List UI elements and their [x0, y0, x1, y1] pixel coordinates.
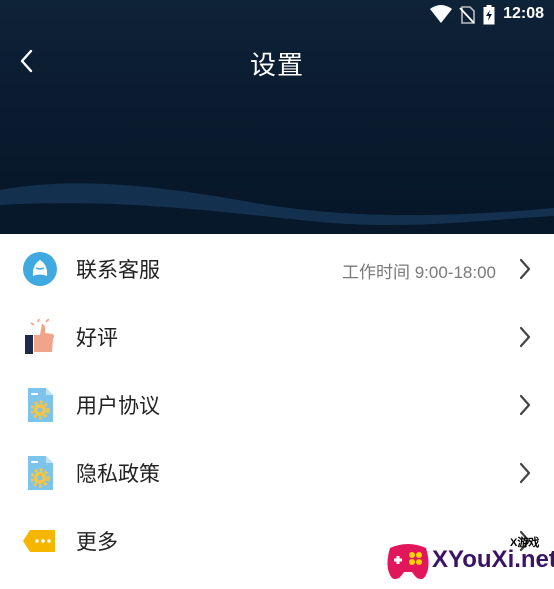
menu-item-privacy-policy[interactable]: 隐私政策	[0, 438, 554, 506]
chevron-right-icon	[519, 394, 531, 416]
chevron-right-icon	[519, 326, 531, 348]
gamepad-logo-icon	[387, 544, 429, 580]
menu-item-label: 联系客服	[76, 258, 160, 282]
chevron-right-icon	[519, 462, 531, 484]
menu-item-customer-service[interactable]: 联系客服 工作时间 9:00-18:00	[0, 234, 554, 302]
working-hours-text: 工作时间 9:00-18:00	[341, 263, 496, 282]
document-gear-icon	[22, 455, 58, 491]
menu-item-label: 更多	[76, 530, 118, 554]
status-time: 12:08	[503, 5, 544, 22]
battery-charging-icon	[483, 5, 495, 29]
no-sim-icon	[459, 6, 475, 28]
customer-service-icon	[22, 251, 58, 287]
menu-item-label: 好评	[76, 326, 118, 350]
page-title: 设置	[249, 51, 304, 81]
thumbs-up-icon	[22, 318, 58, 355]
wifi-icon	[430, 5, 452, 27]
title-bar: 设置	[0, 30, 554, 94]
menu-item-label: 隐私政策	[76, 462, 160, 486]
document-gear-icon	[22, 387, 58, 423]
chevron-right-icon	[519, 258, 531, 280]
wave-decoration	[0, 183, 554, 234]
menu-item-label: 用户协议	[76, 394, 160, 418]
status-bar: 12:08	[0, 0, 554, 30]
menu-item-user-agreement[interactable]: 用户协议	[0, 370, 554, 438]
watermark-brand: XYouXi.net	[432, 546, 554, 573]
watermark: X游戏 XYouXi.net	[380, 530, 554, 589]
more-tag-icon	[22, 523, 58, 559]
menu-item-rating[interactable]: 好评	[0, 302, 554, 370]
